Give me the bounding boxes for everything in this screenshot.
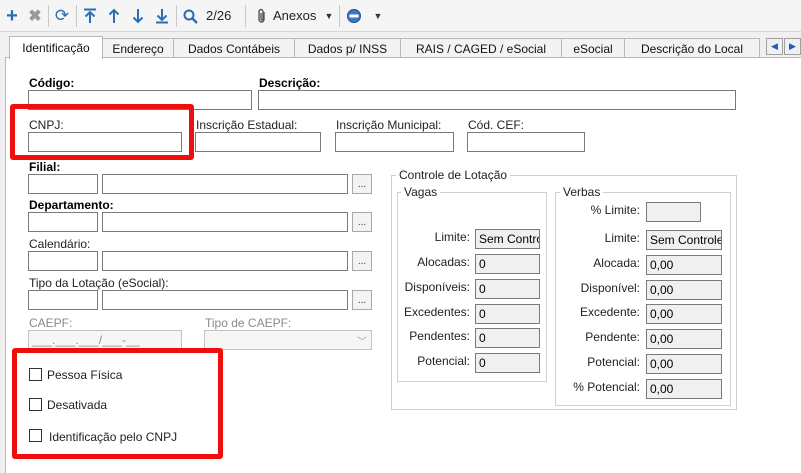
filial-code-field[interactable] bbox=[28, 174, 98, 194]
inscricao-estadual-field[interactable] bbox=[195, 132, 321, 152]
caepf-label: CAEPF: bbox=[29, 316, 73, 330]
calendario-name-field[interactable] bbox=[102, 251, 348, 271]
toolbar-separator bbox=[76, 5, 77, 27]
tipo-lotacao-name-field[interactable] bbox=[102, 290, 348, 310]
verbas-excedente-label: Excedente: bbox=[579, 305, 640, 319]
attachments-dropdown-icon[interactable]: ▼ bbox=[321, 5, 337, 27]
tab-esocial[interactable]: eSocial bbox=[561, 38, 625, 58]
vagas-title: Vagas bbox=[401, 185, 441, 199]
toolbar-separator bbox=[176, 5, 177, 27]
filial-name-field[interactable] bbox=[102, 174, 348, 194]
vagas-excedentes-field: 0 bbox=[475, 304, 540, 324]
search-icon[interactable] bbox=[180, 5, 200, 27]
calendario-label: Calendário: bbox=[29, 237, 91, 251]
verbas-alocada-field: 0,00 bbox=[646, 255, 722, 275]
vagas-excedentes-label: Excedentes: bbox=[403, 305, 470, 319]
inscricao-municipal-field[interactable] bbox=[335, 132, 454, 152]
next-record-icon[interactable] bbox=[128, 5, 148, 27]
tab-dados-inss[interactable]: Dados p/ INSS bbox=[294, 38, 401, 58]
tab-descricao-local[interactable]: Descrição do Local bbox=[624, 38, 760, 58]
vagas-disponiveis-field: 0 bbox=[475, 279, 540, 299]
filial-label: Filial: bbox=[29, 160, 61, 174]
tipo-lotacao-code-field[interactable] bbox=[28, 290, 98, 310]
inscricao-municipal-label: Inscrição Municipal: bbox=[336, 118, 442, 132]
no-entry-icon[interactable] bbox=[344, 5, 364, 27]
verbas-limite-label: Limite: bbox=[604, 231, 640, 245]
departamento-name-field[interactable] bbox=[102, 212, 348, 232]
inscricao-estadual-label: Inscrição Estadual: bbox=[196, 118, 298, 132]
departamento-lookup-button[interactable]: ... bbox=[352, 212, 372, 232]
vagas-alocadas-label: Alocadas: bbox=[417, 255, 470, 269]
departamento-code-field[interactable] bbox=[28, 212, 98, 232]
descricao-label: Descrição: bbox=[259, 76, 321, 90]
tipo-lotacao-lookup-button[interactable]: ... bbox=[352, 290, 372, 310]
paperclip-icon[interactable] bbox=[254, 5, 270, 27]
calendario-lookup-button[interactable]: ... bbox=[352, 251, 372, 271]
checkbox-highlight-box bbox=[12, 348, 223, 459]
refresh-icon[interactable]: ⟳ bbox=[52, 5, 72, 27]
tab-scroll-left-icon[interactable]: ◀ bbox=[766, 38, 783, 55]
vagas-disponiveis-label: Disponíveis: bbox=[404, 280, 470, 294]
verbas-pendente-label: Pendente: bbox=[585, 330, 640, 344]
vagas-pendentes-field: 0 bbox=[475, 328, 540, 348]
vagas-potencial-label: Potencial: bbox=[417, 354, 470, 368]
verbas-disponivel-label: Disponível: bbox=[580, 281, 640, 295]
cnpj-highlight-box bbox=[10, 104, 194, 160]
verbas-percent-limite-field[interactable] bbox=[646, 202, 701, 222]
plus-icon[interactable]: + bbox=[2, 5, 22, 27]
controle-lotacao-title: Controle de Lotação bbox=[396, 168, 511, 182]
tab-bar: Identificação Endereço Dados Contábeis D… bbox=[0, 36, 801, 59]
tipo-lotacao-label: Tipo da Lotação (eSocial): bbox=[29, 276, 169, 290]
vagas-limite-field[interactable]: Sem Controle bbox=[475, 229, 540, 249]
chevron-down-icon: ﹀ bbox=[357, 337, 367, 348]
filial-lookup-button[interactable]: ... bbox=[352, 174, 372, 194]
record-counter: 2/26 bbox=[206, 8, 232, 23]
verbas-alocada-label: Alocada: bbox=[593, 256, 640, 270]
verbas-disponivel-field: 0,00 bbox=[646, 280, 722, 300]
toolbar-separator bbox=[339, 5, 340, 27]
close-icon[interactable]: ✖ bbox=[25, 5, 45, 27]
departamento-label: Departamento: bbox=[29, 198, 114, 212]
toolbar: + ✖ ⟳ 2/26 Anexos ▼ ▼ bbox=[0, 0, 801, 32]
cod-cef-field[interactable] bbox=[467, 132, 585, 152]
tipo-caepf-select[interactable]: ﹀ bbox=[204, 330, 372, 350]
last-record-icon[interactable] bbox=[152, 5, 172, 27]
tab-identificacao[interactable]: Identificação bbox=[9, 36, 103, 59]
vagas-potencial-field: 0 bbox=[475, 353, 540, 373]
attachments-button[interactable]: Anexos bbox=[273, 8, 316, 23]
verbas-excedente-field: 0,00 bbox=[646, 304, 722, 324]
tab-scroll-right-icon[interactable]: ▶ bbox=[784, 38, 801, 55]
calendario-code-field[interactable] bbox=[28, 251, 98, 271]
verbas-percent-potencial-field: 0,00 bbox=[646, 379, 722, 399]
toolbar-separator bbox=[48, 5, 49, 27]
verbas-percent-limite-label: % Limite: bbox=[590, 203, 640, 217]
options-dropdown-icon[interactable]: ▼ bbox=[370, 5, 386, 27]
first-record-icon[interactable] bbox=[80, 5, 100, 27]
descricao-field[interactable] bbox=[258, 90, 736, 110]
verbas-potencial-label: Potencial: bbox=[587, 355, 640, 369]
verbas-percent-potencial-label: % Potencial: bbox=[573, 380, 640, 394]
previous-record-icon[interactable] bbox=[104, 5, 124, 27]
vagas-pendentes-label: Pendentes: bbox=[409, 329, 470, 343]
tab-rais-caged-esocial[interactable]: RAIS / CAGED / eSocial bbox=[400, 38, 562, 58]
verbas-potencial-field: 0,00 bbox=[646, 354, 722, 374]
verbas-pendente-field: 0,00 bbox=[646, 329, 722, 349]
codigo-label: Código: bbox=[29, 76, 75, 90]
tab-endereco[interactable]: Endereço bbox=[102, 38, 174, 58]
verbas-limite-field[interactable]: Sem Controle bbox=[646, 230, 722, 250]
cod-cef-label: Cód. CEF: bbox=[468, 118, 525, 132]
vagas-limite-label: Limite: bbox=[434, 230, 470, 244]
toolbar-separator bbox=[245, 5, 246, 27]
verbas-title: Verbas bbox=[560, 185, 604, 199]
tipo-caepf-label: Tipo de CAEPF: bbox=[205, 316, 292, 330]
caepf-field[interactable]: ___.___.___/___-__ bbox=[28, 330, 182, 350]
tab-dados-contabeis[interactable]: Dados Contábeis bbox=[173, 38, 295, 58]
vagas-alocadas-field: 0 bbox=[475, 254, 540, 274]
